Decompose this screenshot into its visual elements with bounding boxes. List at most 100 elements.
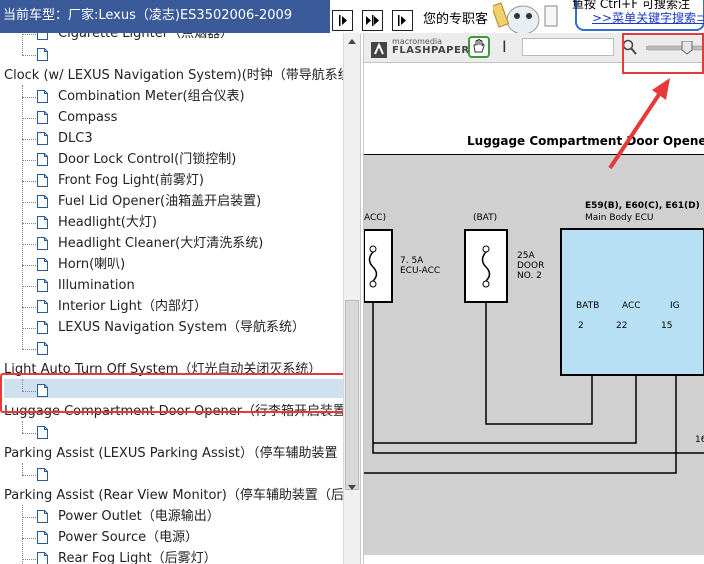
pin-number-3: 15	[661, 321, 673, 331]
scroll-thumb[interactable]	[345, 300, 359, 490]
document-icon	[37, 132, 48, 145]
scroll-down-icon[interactable]	[344, 479, 360, 496]
next-page-button[interactable]	[392, 10, 413, 31]
document-icon	[37, 279, 48, 292]
step-forward-icon	[339, 15, 347, 26]
document-icon	[37, 510, 48, 523]
ecu-code: E59(B), E60(C), E61(D)	[585, 201, 700, 211]
fuse2-name1: DOOR	[517, 261, 545, 271]
tree-item-label: DLC3	[58, 131, 93, 146]
scroll-up-icon[interactable]	[344, 33, 360, 50]
tree-item-label: Parking Assist (Rear View Monitor)（停车辅助装…	[4, 488, 343, 503]
page-mark: 16	[695, 435, 704, 445]
document-icon	[37, 258, 48, 271]
tree-item-label: Illumination	[58, 278, 135, 293]
document-icon	[37, 237, 48, 250]
tree-item-label: Rear Fog Light（后雾灯）	[58, 551, 217, 564]
tree-connector	[22, 538, 36, 539]
expand-icon	[366, 15, 379, 26]
document-icon	[37, 111, 48, 124]
tree-connector	[22, 118, 36, 119]
tree-connector	[22, 463, 23, 475]
document-icon	[37, 33, 48, 40]
tree-connector	[22, 139, 36, 140]
tree-item-label: Compass	[58, 110, 118, 125]
document-icon	[37, 321, 48, 334]
document-icon	[37, 90, 48, 103]
tree-connector	[22, 433, 36, 434]
fuse1-amp: 7. 5A	[400, 256, 424, 266]
tree-item-label: Horn(喇叭)	[58, 257, 126, 272]
prev-page-button[interactable]	[332, 10, 353, 31]
tree-connector	[22, 181, 36, 182]
document-icon	[37, 48, 48, 61]
tree-connector	[22, 475, 36, 476]
tree-item-label: Interior Light（内部灯）	[58, 299, 207, 314]
fuse1-name: ECU-ACC	[400, 266, 441, 276]
keyword-search-link[interactable]: >>菜单关键字搜索⊃	[592, 9, 704, 26]
pin-batb-label: BATB	[576, 301, 600, 311]
document-icon	[37, 300, 48, 313]
tree-item-label: LEXUS Navigation System（导航系统）	[58, 320, 305, 335]
tree-connector	[22, 286, 36, 287]
tree-connector	[22, 421, 23, 433]
tree-item-label: Headlight Cleaner(大灯清洗系统)	[58, 236, 264, 251]
tree-item-label: Fuel Lid Opener(油箱盖开启装置)	[58, 194, 262, 209]
document-icon	[37, 426, 48, 439]
red-arrow-icon	[608, 78, 670, 170]
tree-connector	[22, 244, 36, 245]
tree-item-label: Front Fog Light(前雾灯)	[58, 173, 204, 188]
mascot-icon	[493, 2, 558, 33]
tree-item-label: Headlight(大灯)	[58, 215, 157, 230]
tree-item-label: Door Lock Control(门锁控制)	[58, 152, 237, 167]
tree-connector	[22, 55, 36, 56]
document-icon	[37, 468, 48, 481]
brand-big: FLASHPAPER	[392, 45, 470, 56]
tree-connector	[22, 307, 36, 308]
document-icon	[37, 342, 48, 355]
document-icon	[37, 195, 48, 208]
tree-scrollbar[interactable]	[343, 33, 360, 564]
red-highlight-box	[0, 373, 343, 413]
expert-label: 您的专职客	[423, 12, 489, 27]
tree-item-label: Parking Assist (LEXUS Parking Assist）（停车…	[4, 446, 343, 461]
document-icon	[37, 153, 48, 166]
document-icon	[37, 552, 48, 564]
tree-connector	[22, 202, 36, 203]
ecu-name: Main Body ECU	[585, 213, 654, 223]
fuse2-label: (BAT)	[473, 213, 498, 223]
vehicle-prefix: 当前车型：	[3, 8, 69, 23]
tree-item-label: Power Outlet（电源输出）	[58, 509, 220, 524]
pin-number-2: 22	[616, 321, 628, 331]
tree-item-label: Clock (w/ LEXUS Navigation System)(时钟（带导…	[4, 68, 343, 83]
component-tree: Cigarette Lighter（点烟器） Clock (w/ LEXUS Na…	[0, 33, 343, 564]
hand-tool-button[interactable]	[468, 36, 490, 58]
top-bar: 当前车型：厂家:Lexus（凌志)ES3502006-2009 您的专职客 鱼按…	[0, 0, 704, 33]
document-icon	[37, 216, 48, 229]
document-icon	[37, 531, 48, 544]
pin-acc-label: ACC	[622, 301, 641, 311]
expand-button[interactable]	[362, 10, 383, 31]
tree-item-label: Power Source（电源）	[58, 530, 199, 545]
document-icon	[37, 174, 48, 187]
vehicle-info: 当前车型：厂家:Lexus（凌志)ES3502006-2009	[0, 0, 330, 33]
text-select-icon[interactable]: I	[502, 37, 507, 56]
tree-connector	[22, 505, 23, 564]
find-input[interactable]	[522, 38, 614, 56]
fuse1-label: ACC)	[364, 213, 387, 223]
tree-connector	[22, 223, 36, 224]
tree-connector	[22, 33, 23, 55]
pin-ig-label: IG	[670, 301, 680, 311]
tree-connector	[22, 160, 36, 161]
fuse2-amp: 25A	[517, 251, 535, 261]
tree-connector	[22, 265, 36, 266]
tree-connector	[22, 97, 36, 98]
tree-connector	[22, 85, 23, 349]
tree-connector	[22, 559, 36, 560]
tree-connector	[22, 34, 36, 35]
pin-number-1: 2	[578, 321, 584, 331]
flashpaper-logo: macromedia FLASHPAPER	[370, 37, 469, 59]
tree-item-label: Combination Meter(组合仪表)	[58, 89, 245, 104]
tree-item-label: Cigarette Lighter（点烟器）	[58, 33, 234, 41]
tree-connector	[22, 517, 36, 518]
